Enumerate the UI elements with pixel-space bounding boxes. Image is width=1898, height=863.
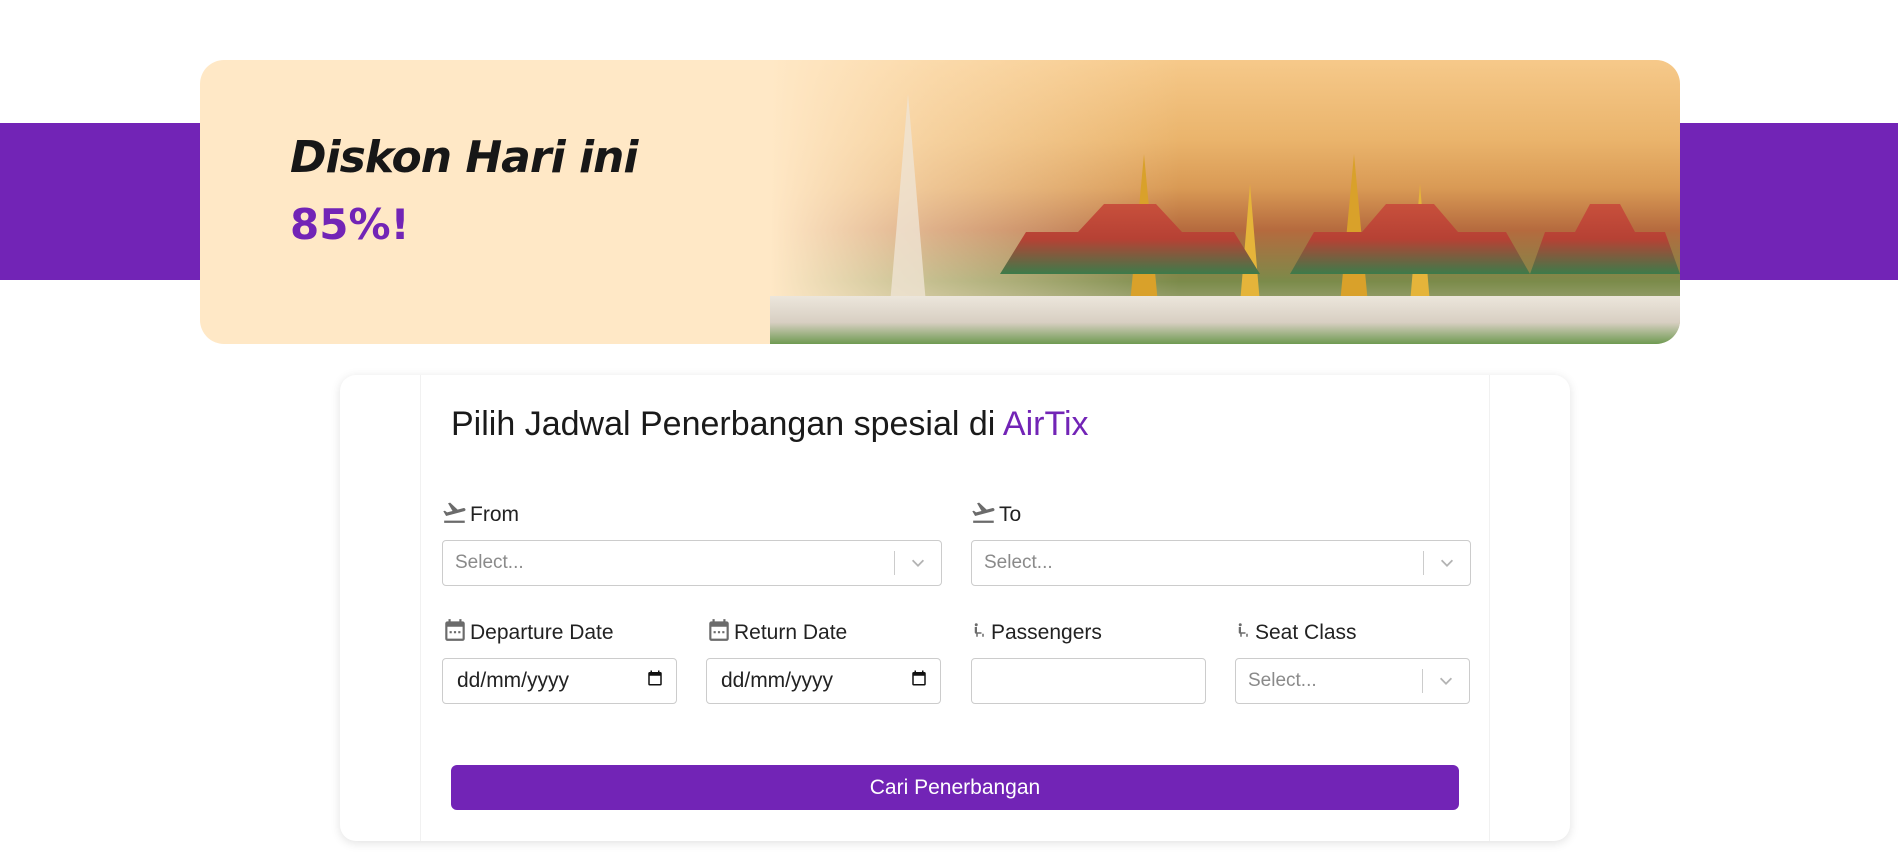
to-placeholder: Select... — [984, 552, 1053, 573]
calendar-icon — [706, 617, 732, 649]
from-label: From — [470, 503, 519, 526]
promo-title: Diskon Hari ini — [290, 132, 638, 183]
brand-name: AirTix — [1002, 405, 1089, 443]
return-date-field: Return Date dd/mm/yyyy — [706, 618, 941, 704]
return-date-label: Return Date — [734, 621, 848, 644]
seat-class-field: Seat Class Select... — [1235, 618, 1470, 704]
banner-image — [770, 60, 1680, 344]
chevron-down-icon[interactable] — [1423, 672, 1469, 690]
seat-class-label: Seat Class — [1255, 621, 1357, 644]
departure-date-input[interactable]: dd/mm/yyyy — [442, 658, 677, 704]
calendar-icon[interactable] — [646, 669, 664, 693]
from-field: From Select... — [442, 500, 942, 586]
seat-class-select[interactable]: Select... — [1235, 658, 1470, 704]
search-flights-button[interactable]: Cari Penerbangan — [451, 765, 1459, 810]
seat-class-placeholder: Select... — [1248, 670, 1317, 691]
chevron-down-icon[interactable] — [895, 554, 941, 572]
to-select[interactable]: Select... — [971, 540, 1471, 586]
passengers-label: Passengers — [991, 621, 1102, 644]
seat-icon — [1235, 617, 1253, 649]
departure-date-label: Departure Date — [470, 621, 614, 644]
departure-date-field: Departure Date dd/mm/yyyy — [442, 618, 677, 704]
to-field: To Select... — [971, 500, 1471, 586]
passengers-field: Passengers — [971, 618, 1206, 704]
form-title: Pilih Jadwal Penerbangan spesial di AirT… — [451, 405, 1089, 443]
plane-departure-icon — [971, 499, 997, 531]
from-select[interactable]: Select... — [442, 540, 942, 586]
promo-banner: Diskon Hari ini 85%! — [200, 60, 1680, 344]
seat-icon — [971, 617, 989, 649]
flight-search-card: Pilih Jadwal Penerbangan spesial di AirT… — [340, 375, 1570, 841]
calendar-icon — [442, 617, 468, 649]
return-date-input[interactable]: dd/mm/yyyy — [706, 658, 941, 704]
calendar-icon[interactable] — [910, 669, 928, 693]
to-label: To — [999, 503, 1022, 526]
promo-discount: 85%! — [290, 200, 410, 249]
plane-departure-icon — [442, 499, 468, 531]
passengers-input[interactable] — [971, 658, 1206, 704]
chevron-down-icon[interactable] — [1424, 554, 1470, 572]
from-placeholder: Select... — [455, 552, 524, 573]
